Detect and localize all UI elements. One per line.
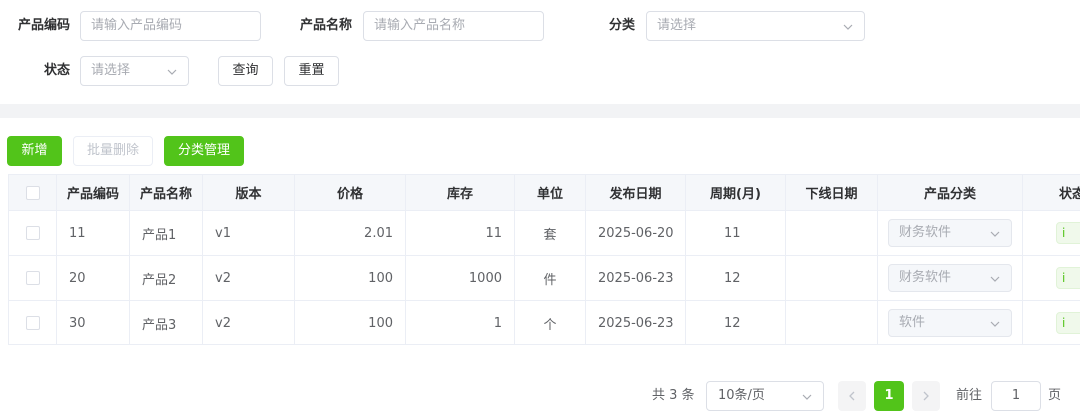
status-tag: i	[1056, 267, 1080, 289]
chevron-down-icon	[990, 231, 1000, 237]
add-button[interactable]: 新增	[7, 136, 62, 166]
cell-stock: 1	[406, 301, 515, 344]
cell-name: 产品3	[130, 301, 203, 344]
select-all-checkbox[interactable]	[25, 185, 40, 200]
name-label: 产品名称	[299, 18, 352, 33]
header-name: 产品名称	[130, 175, 203, 210]
row-checkbox[interactable]	[25, 316, 40, 330]
cell-version: v2	[203, 301, 295, 344]
page-1-button[interactable]: 1	[874, 381, 904, 411]
table-row[interactable]: 20 产品2 v2 100 1000 件 2025-06-23 12 财务软件 …	[9, 256, 1080, 301]
reset-button[interactable]: 重置	[284, 56, 339, 86]
header-status: 状态	[1023, 175, 1080, 210]
cell-unit: 套	[515, 211, 586, 255]
page-suffix: 页	[1048, 388, 1062, 403]
header-version: 版本	[203, 175, 295, 210]
cell-version: v1	[203, 211, 295, 255]
search-form: 产品编码 请输入产品编码 产品名称 请输入产品名称 分类 请选择 状态 请选择 …	[0, 0, 1080, 104]
status-tag: i	[1056, 222, 1080, 244]
cell-period: 12	[686, 301, 786, 344]
name-input[interactable]: 请输入产品名称	[363, 11, 544, 41]
status-tag: i	[1056, 312, 1080, 334]
product-table: 产品编码 产品名称 版本 价格 库存 单位 发布日期 周期(月) 下线日期 产品…	[8, 174, 1080, 345]
cell-price: 2.01	[295, 211, 406, 255]
row-select-cell	[9, 211, 57, 255]
cell-category: 财务软件	[878, 211, 1023, 255]
cell-code: 30	[57, 301, 130, 344]
status-label: 状态	[43, 63, 70, 78]
cell-period: 12	[686, 256, 786, 300]
chevron-left-icon	[849, 391, 855, 401]
cell-version: v2	[203, 256, 295, 300]
chevron-down-icon	[990, 276, 1000, 282]
pagination-total: 共 3 条	[652, 388, 695, 403]
page-size-value: 10条/页	[718, 388, 765, 403]
category-cell-select[interactable]: 财务软件	[888, 264, 1012, 292]
row-select-cell	[9, 256, 57, 300]
cell-release-date: 2025-06-20	[586, 211, 686, 255]
header-period: 周期(月)	[686, 175, 786, 210]
batch-delete-button[interactable]: 批量删除	[73, 136, 153, 166]
category-cell-value: 软件	[899, 315, 926, 330]
chevron-right-icon	[923, 391, 929, 401]
code-input-placeholder: 请输入产品编码	[91, 18, 183, 33]
header-stock: 库存	[406, 175, 515, 210]
category-manage-button[interactable]: 分类管理	[164, 136, 244, 166]
cell-price: 100	[295, 256, 406, 300]
cell-release-date: 2025-06-23	[586, 256, 686, 300]
cell-price: 100	[295, 301, 406, 344]
row-checkbox[interactable]	[25, 271, 40, 285]
header-code: 产品编码	[57, 175, 130, 210]
cell-release-date: 2025-06-23	[586, 301, 686, 344]
category-cell-select[interactable]: 财务软件	[888, 219, 1012, 247]
cell-offline-date	[786, 211, 878, 255]
cell-category: 财务软件	[878, 256, 1023, 300]
status-select[interactable]: 请选择	[80, 56, 189, 86]
code-input[interactable]: 请输入产品编码	[80, 11, 261, 41]
cell-code: 20	[57, 256, 130, 300]
goto-label: 前往	[956, 388, 983, 403]
cell-stock: 1000	[406, 256, 515, 300]
category-cell-value: 财务软件	[899, 270, 952, 285]
header-unit: 单位	[515, 175, 586, 210]
category-cell-value: 财务软件	[899, 225, 952, 240]
row-select-cell	[9, 301, 57, 344]
prev-page-button[interactable]	[838, 381, 866, 411]
status-select-placeholder: 请选择	[91, 63, 131, 78]
chevron-down-icon	[990, 321, 1000, 327]
header-category: 产品分类	[878, 175, 1023, 210]
cell-unit: 件	[515, 256, 586, 300]
next-page-button[interactable]	[912, 381, 940, 411]
goto-page-input[interactable]: 1	[991, 381, 1041, 411]
row-checkbox[interactable]	[25, 226, 40, 240]
chevron-down-icon	[167, 69, 177, 75]
header-release-date: 发布日期	[586, 175, 686, 210]
query-button[interactable]: 查询	[218, 56, 273, 86]
name-input-placeholder: 请输入产品名称	[374, 18, 466, 33]
chevron-down-icon	[802, 394, 812, 400]
cell-stock: 11	[406, 211, 515, 255]
cell-code: 11	[57, 211, 130, 255]
table-row[interactable]: 11 产品1 v1 2.01 11 套 2025-06-20 11 财务软件 i	[9, 211, 1080, 256]
cell-name: 产品1	[130, 211, 203, 255]
category-cell-select[interactable]: 软件	[888, 309, 1012, 337]
category-label: 分类	[608, 18, 635, 33]
category-select-placeholder: 请选择	[657, 18, 697, 33]
header-price: 价格	[295, 175, 406, 210]
cell-offline-date	[786, 301, 878, 344]
page-size-select[interactable]: 10条/页	[706, 381, 824, 411]
cell-period: 11	[686, 211, 786, 255]
cell-unit: 个	[515, 301, 586, 344]
select-all-cell	[9, 175, 57, 210]
table-row[interactable]: 30 产品3 v2 100 1 个 2025-06-23 12 软件 i	[9, 301, 1080, 344]
table-header: 产品编码 产品名称 版本 价格 库存 单位 发布日期 周期(月) 下线日期 产品…	[9, 175, 1080, 211]
section-divider	[0, 104, 1080, 118]
cell-category: 软件	[878, 301, 1023, 344]
cell-offline-date	[786, 256, 878, 300]
code-label: 产品编码	[17, 18, 70, 33]
chevron-down-icon	[843, 24, 853, 30]
header-offline-date: 下线日期	[786, 175, 878, 210]
cell-name: 产品2	[130, 256, 203, 300]
category-select[interactable]: 请选择	[646, 11, 865, 41]
